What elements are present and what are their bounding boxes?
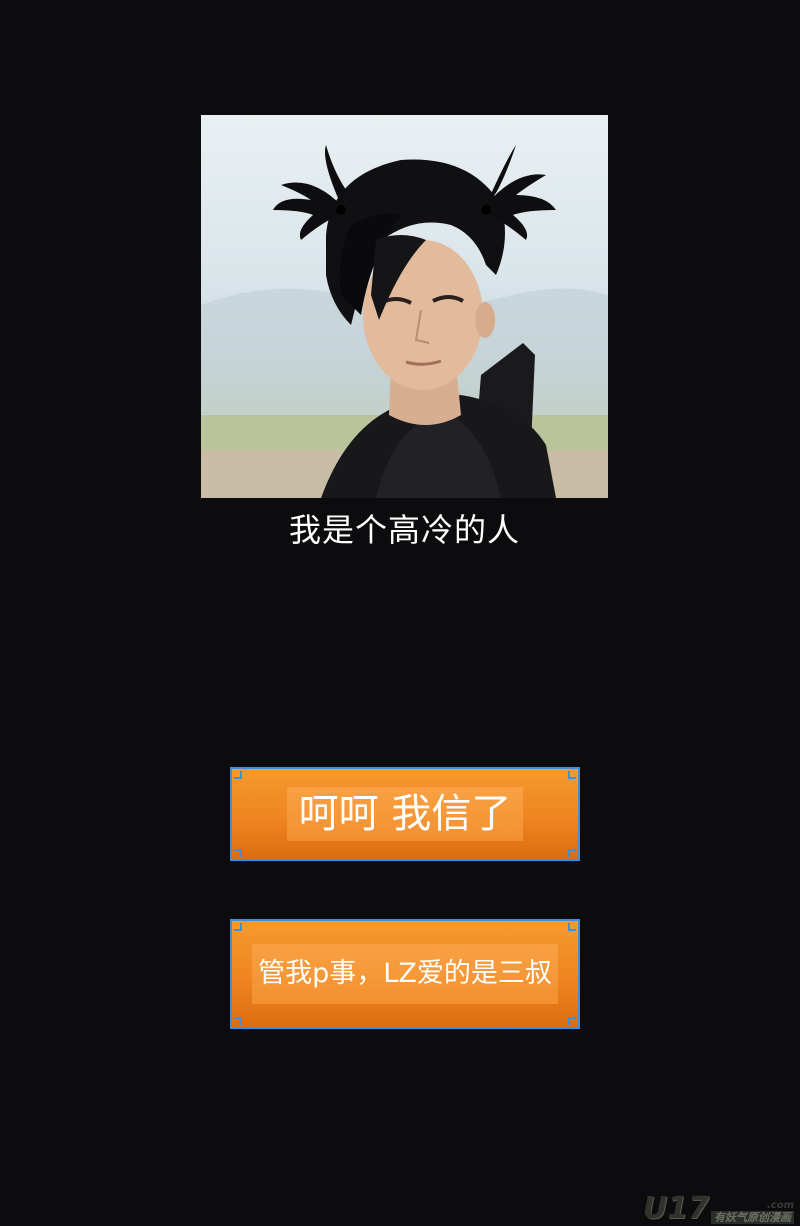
corner-decoration <box>568 1017 576 1025</box>
corner-decoration <box>568 771 576 779</box>
watermark-sub: .com 有妖气原创漫画 <box>711 1200 794 1224</box>
portrait-with-pigtails-image <box>201 145 608 498</box>
u17-logo: U17 <box>642 1191 709 1226</box>
corner-decoration <box>568 923 576 931</box>
choice-button-1[interactable]: 呵呵 我信了 <box>230 767 580 861</box>
choice-label: 呵呵 我信了 <box>286 787 524 841</box>
corner-decoration <box>234 771 242 779</box>
corner-decoration <box>234 1017 242 1025</box>
watermark-domain: .com <box>766 1200 794 1211</box>
corner-decoration <box>568 849 576 857</box>
portrait-photo <box>201 115 608 498</box>
caption-text: 我是个高冷的人 <box>288 511 520 549</box>
choice-button-2[interactable]: 管我p事，LZ爱的是三叔 <box>230 919 580 1029</box>
choice-label: 管我p事，LZ爱的是三叔 <box>252 944 558 1004</box>
site-watermark: U17 .com 有妖气原创漫画 <box>643 1194 794 1224</box>
corner-decoration <box>234 923 242 931</box>
corner-decoration <box>234 849 242 857</box>
watermark-slogan: 有妖气原创漫画 <box>711 1211 794 1224</box>
